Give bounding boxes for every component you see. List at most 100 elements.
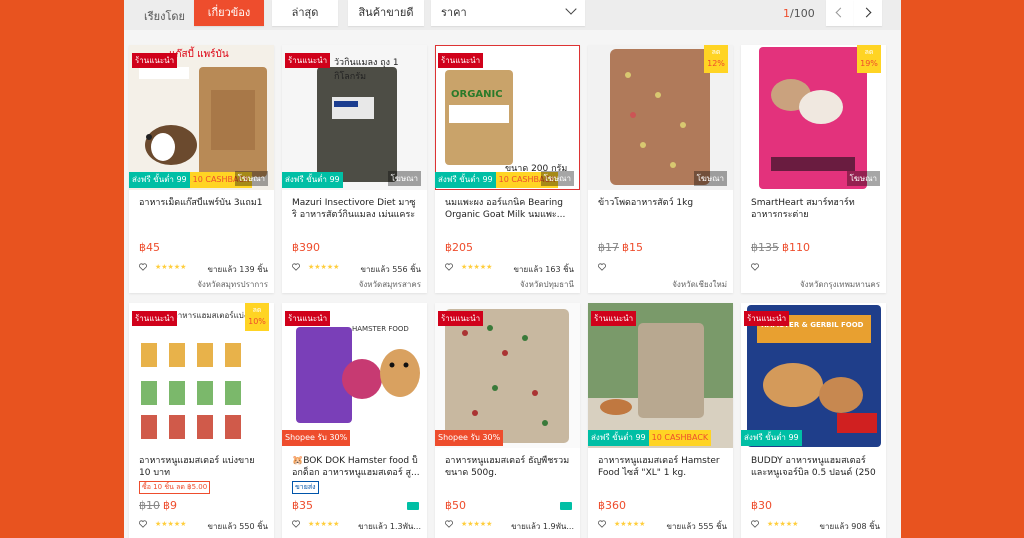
product-title: นมแพะผง ออร์แกนิค Bearing Organic Goat M…	[445, 198, 566, 220]
product-card[interactable]: ลด 12% โฆษณา ข้าวโพดอาหารสัตว์ 1kg ฿17 ฿15…	[588, 45, 733, 293]
shop-location: จังหวัดเชียงใหม่	[672, 280, 727, 289]
sold-count: ขายแล้ว 163 ชิ้น	[513, 265, 574, 274]
shipping-strip: ส่งฟรี ขั้นต่ำ 99 10 CASHBACK	[588, 430, 712, 446]
next-page-button[interactable]	[854, 0, 882, 26]
free-shipping-label: ส่งฟรี ขั้นต่ำ 99	[588, 430, 649, 446]
product-card[interactable]: ร้านแนะนำ ส่งฟรี ขั้นต่ำ 99 10 CASHBACK อ…	[588, 303, 733, 538]
wholesale-tag: ขายส่ง	[292, 481, 319, 494]
rating-stars: ★★★★★	[767, 520, 799, 528]
heart-icon[interactable]	[598, 520, 606, 528]
heart-icon[interactable]	[445, 263, 453, 271]
heart-icon[interactable]	[598, 263, 606, 271]
shopee-cashback-strip: Shopee รับ 30%	[435, 430, 504, 446]
product-title: อาหารหนูแฮมสเตอร์ Hamster Food ไซส์ "XL"…	[598, 456, 720, 478]
product-image: ร้านแนะนำ Shopee รับ 30%	[435, 303, 580, 448]
shopee-cashback-strip: Shopee รับ 30%	[282, 430, 351, 446]
product-title: BUDDY อาหารหนูแฮมสเตอร์และหนูเจอร์บิล 0.…	[751, 456, 876, 478]
recommended-shop-badge: ร้านแนะนำ	[438, 311, 484, 326]
product-image: ลด 19% โฆษณา	[741, 45, 886, 190]
rating-stars: ★★★★★	[461, 263, 493, 271]
sold-count: ขายแล้ว 1.3พัน...	[358, 522, 421, 531]
product-price: ฿50	[445, 499, 466, 512]
product-price: ฿135 ฿110	[751, 241, 810, 254]
sale-price: ฿15	[622, 241, 643, 254]
sort-relevance-button[interactable]: เกี่ยวข้อง	[194, 0, 264, 26]
discount-badge: ลด 19%	[857, 45, 881, 73]
product-title: อาหารหนูแฮมสเตอร์ แบ่งขาย 10 บาท	[139, 456, 255, 478]
shop-location: จังหวัดสมุทรปราการ	[197, 280, 268, 289]
product-title: อาหารเม็ดแก๊สบี้แพร์บัน 3แถม1	[139, 198, 263, 208]
page-total: /100	[790, 7, 815, 20]
cashback-label: 10 CASHBACK	[648, 430, 712, 446]
product-card[interactable]: HAMSTER & GERBIL FOOD ร้านแนะนำ ส่งฟรี ข…	[741, 303, 886, 538]
rating-stars: ★★★★★	[308, 263, 340, 271]
sale-price: ฿9	[163, 499, 177, 512]
chevron-right-icon	[861, 7, 872, 18]
discount-label: ลด	[252, 306, 262, 314]
prev-page-button[interactable]	[826, 0, 854, 26]
ad-tag: โฆษณา	[387, 171, 421, 186]
discount-badge: ลด 10%	[245, 303, 269, 331]
shopee-cashback-label: Shopee รับ 30%	[282, 430, 351, 446]
shipping-truck-icon	[560, 502, 572, 510]
ad-tag: โฆษณา	[234, 171, 268, 186]
product-title: Mazuri Insectivore Diet มาซูริ อาหารสัตว…	[292, 198, 416, 220]
chevron-down-icon	[565, 3, 577, 15]
original-price: ฿135	[751, 241, 779, 254]
product-image: วัวกินแมลง ถุง 1 กิโลกรัม ร้านแนะนำ ส่งฟ…	[282, 45, 427, 190]
heart-icon[interactable]	[751, 263, 759, 271]
product-card[interactable]: ร้านแนะนำ Shopee รับ 30% อาหารหนูแฮมสเตอ…	[435, 303, 580, 538]
recommended-shop-badge: ร้านแนะนำ	[591, 311, 637, 326]
recommended-shop-badge: ร้านแนะนำ	[132, 311, 178, 326]
recommended-shop-badge: ร้านแนะนำ	[438, 53, 484, 68]
heart-icon[interactable]	[751, 520, 759, 528]
sort-bar: เรียงโดย เกี่ยวข้อง ล่าสุด สินค้าขายดี ร…	[124, 0, 901, 30]
product-card[interactable]: ORGANIC ขนาด 200 กรัม ร้านแนะนำ ส่งฟรี ข…	[435, 45, 580, 293]
free-shipping-label: ส่งฟรี ขั้นต่ำ 99	[435, 172, 496, 188]
recommended-shop-badge: ร้านแนะนำ	[285, 311, 331, 326]
sort-latest-button[interactable]: ล่าสุด	[272, 0, 338, 26]
heart-icon[interactable]	[139, 263, 147, 271]
discount-badge: ลด 12%	[704, 45, 728, 73]
product-title: SmartHeart สมาร์ทฮาร์ท อาหารกระต่าย	[751, 198, 855, 220]
product-price: ฿360	[598, 499, 626, 512]
sort-top-sales-button[interactable]: สินค้าขายดี	[348, 0, 424, 26]
product-title: อาหารหนูแฮมสเตอร์ ธัญพืชรวม ขนาด 500g.	[445, 456, 570, 478]
product-card[interactable]: แก๊สบี้ แพร์บัน ร้านแนะนำ ส่งฟรี ขั้นต่ำ…	[129, 45, 274, 293]
heart-icon[interactable]	[445, 520, 453, 528]
heart-icon[interactable]	[139, 520, 147, 528]
sold-count: ขายแล้ว 139 ชิ้น	[207, 265, 268, 274]
heart-icon[interactable]	[292, 263, 300, 271]
price-sort-select[interactable]: ราคา	[431, 0, 585, 26]
product-card[interactable]: วัวกินแมลง ถุง 1 กิโลกรัม ร้านแนะนำ ส่งฟ…	[282, 45, 427, 293]
discount-label: ลด	[864, 48, 874, 56]
product-card[interactable]: อาหารแฮมสเตอร์แบ่งขาย ร้านแนะนำ ลด 10% อา…	[129, 303, 274, 538]
product-image: อาหารแฮมสเตอร์แบ่งขาย ร้านแนะนำ ลด 10%	[129, 303, 274, 448]
sold-count: ขายแล้ว 550 ชิ้น	[207, 522, 268, 531]
product-card[interactable]: ลด 19% โฆษณา SmartHeart สมาร์ทฮาร์ท อาหาร…	[741, 45, 886, 293]
free-shipping-label: ส่งฟรี ขั้นต่ำ 99	[129, 172, 190, 188]
page-current: 1	[783, 7, 790, 20]
image-caption: แก๊สบี้ แพร์บัน	[169, 49, 229, 60]
sort-label: เรียงโดย	[144, 10, 185, 23]
sold-count: ขายแล้ว 556 ชิ้น	[360, 265, 421, 274]
heart-icon[interactable]	[292, 520, 300, 528]
image-caption: ORGANIC	[451, 89, 503, 100]
product-image: HAMSTER & GERBIL FOOD ร้านแนะนำ ส่งฟรี ข…	[741, 303, 886, 448]
product-image: ร้านแนะนำ ส่งฟรี ขั้นต่ำ 99 10 CASHBACK	[588, 303, 733, 448]
sold-count: ขายแล้ว 1.9พัน...	[511, 522, 574, 531]
product-card[interactable]: HAMSTER FOOD ร้านแนะนำ Shopee รับ 30% 🐹B…	[282, 303, 427, 538]
rating-stars: ★★★★★	[461, 520, 493, 528]
ad-tag: โฆษณา	[693, 171, 727, 186]
recommended-shop-badge: ร้านแนะนำ	[285, 53, 331, 68]
sold-count: ขายแล้ว 555 ชิ้น	[666, 522, 727, 531]
promo-tag: ซื้อ 10 ชิ้น ลด ฿5.00	[139, 481, 211, 494]
ad-tag: โฆษณา	[540, 171, 574, 186]
discount-label: ลด	[711, 48, 721, 56]
price-sort-label: ราคา	[441, 6, 467, 19]
chevron-left-icon	[835, 7, 846, 18]
rating-stars: ★★★★★	[614, 520, 646, 528]
free-shipping-label: ส่งฟรี ขั้นต่ำ 99	[741, 430, 802, 446]
product-image: ORGANIC ขนาด 200 กรัม ร้านแนะนำ ส่งฟรี ข…	[435, 45, 580, 190]
product-price: ฿35	[292, 499, 313, 512]
